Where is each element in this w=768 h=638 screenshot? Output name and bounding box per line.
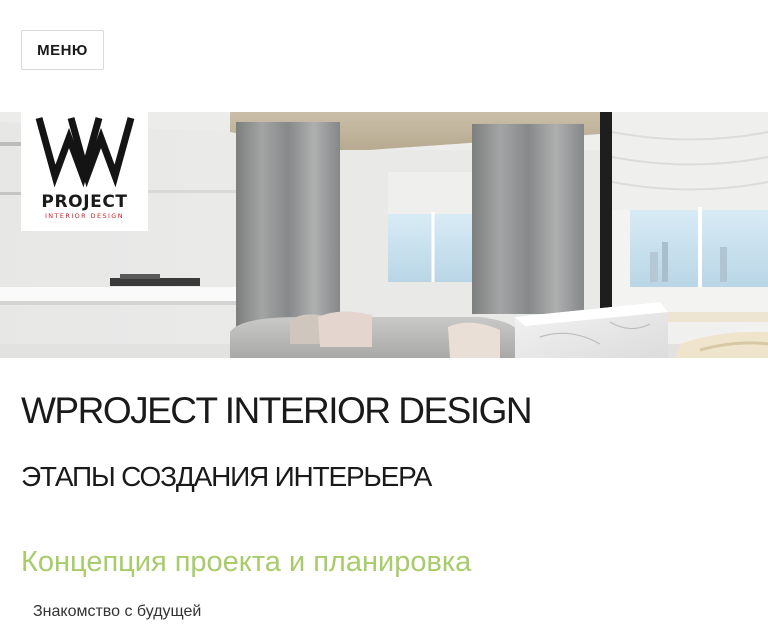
menu-button[interactable]: МЕНЮ [21,30,104,70]
brand-logo[interactable]: PROJECT INTERIOR DESIGN [21,112,148,231]
w-monogram-icon [35,117,135,188]
page-title: ЭТАПЫ СОЗДАНИЯ ИНТЕРЬЕРА [21,461,432,492]
section-title: Концепция проекта и планировка [21,546,472,578]
main-content: WPROJECT INTERIOR DESIGN ЭТАПЫ СОЗДАНИЯ … [0,390,768,621]
site-header: МЕНЮ [0,0,768,112]
logo-project-text: PROJECT [41,192,128,212]
logo-tagline-text: INTERIOR DESIGN [44,212,125,220]
site-title[interactable]: WPROJECT INTERIOR DESIGN [21,390,747,432]
paragraph-text: Знакомство с будущей [33,603,202,620]
hero-banner: PROJECT INTERIOR DESIGN [0,112,768,358]
